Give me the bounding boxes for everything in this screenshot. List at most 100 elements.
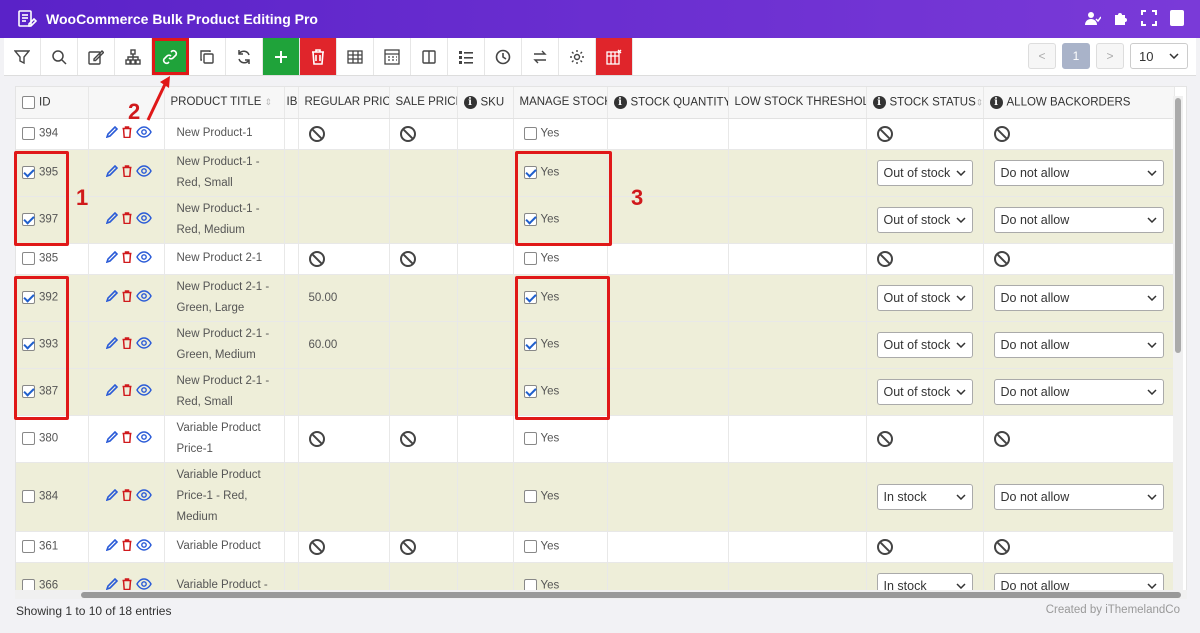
cell-regular-price[interactable] bbox=[298, 562, 390, 590]
trash-icon[interactable] bbox=[122, 489, 132, 504]
refresh-icon[interactable] bbox=[226, 38, 263, 75]
cell-sku[interactable] bbox=[457, 368, 514, 416]
pencil-icon[interactable] bbox=[105, 164, 118, 180]
stock-status-select[interactable]: Out of stock bbox=[876, 378, 973, 405]
cell-low-stock[interactable] bbox=[728, 321, 867, 369]
hierarchy-icon[interactable] bbox=[115, 38, 152, 75]
cell-low-stock[interactable] bbox=[728, 243, 867, 275]
cell-regular-price[interactable] bbox=[298, 118, 390, 150]
table-icon[interactable] bbox=[337, 38, 374, 75]
cell-low-stock[interactable] bbox=[728, 118, 867, 150]
cell-sku[interactable] bbox=[457, 196, 514, 244]
fullscreen-icon[interactable] bbox=[1140, 9, 1158, 27]
select-all-checkbox[interactable] bbox=[22, 95, 35, 109]
cell-allow-backorders[interactable]: Do not allow bbox=[983, 368, 1175, 416]
cell-regular-price[interactable] bbox=[298, 415, 390, 463]
panel-icon[interactable] bbox=[1168, 9, 1186, 27]
cell-product-title[interactable]: New Product 2-1 - Green, Large bbox=[164, 274, 285, 322]
pencil-icon[interactable] bbox=[105, 430, 118, 446]
backorders-select[interactable]: Do not allow bbox=[993, 378, 1164, 405]
cell-allow-backorders[interactable]: Do not allow bbox=[983, 196, 1175, 244]
cell-low-stock[interactable] bbox=[728, 462, 867, 532]
vertical-scroll-thumb[interactable] bbox=[1175, 98, 1181, 353]
cell-manage-stock[interactable]: Yes bbox=[513, 531, 608, 563]
cell-sku[interactable] bbox=[457, 149, 514, 197]
header-sale-price[interactable]: SALE PRICE bbox=[389, 87, 458, 119]
pencil-icon[interactable] bbox=[105, 211, 118, 227]
cell-sale-price[interactable] bbox=[389, 149, 458, 197]
cell-regular-price[interactable] bbox=[298, 368, 390, 416]
table-row[interactable]: 384 Variable Product Price-1 - Red, Medium Y… bbox=[16, 462, 1175, 532]
pencil-icon[interactable] bbox=[105, 336, 118, 352]
header-id[interactable]: ID bbox=[16, 87, 89, 119]
cell-allow-backorders[interactable]: Do not allow bbox=[983, 562, 1175, 590]
cell-sku[interactable] bbox=[457, 243, 514, 275]
header-allow-backorders[interactable]: i ALLOW BACKORDERS bbox=[983, 87, 1175, 119]
current-page-button[interactable]: 1 bbox=[1062, 43, 1090, 69]
table-row[interactable]: 394 New Product-1 Yes bbox=[16, 118, 1175, 150]
cell-stock-quantity[interactable] bbox=[607, 274, 729, 322]
cell-stock-quantity[interactable] bbox=[607, 196, 729, 244]
cell-stock-quantity[interactable] bbox=[607, 462, 729, 532]
cell-stock-status[interactable] bbox=[866, 118, 984, 150]
cell-stock-quantity[interactable] bbox=[607, 118, 729, 150]
stock-status-select[interactable]: Out of stock bbox=[876, 159, 973, 186]
cell-sale-price[interactable] bbox=[389, 562, 458, 590]
row-select-checkbox[interactable] bbox=[22, 127, 35, 140]
swap-icon[interactable] bbox=[522, 38, 559, 75]
cell-sku[interactable] bbox=[457, 531, 514, 563]
cell-sale-price[interactable] bbox=[389, 274, 458, 322]
cell-stock-quantity[interactable] bbox=[607, 415, 729, 463]
sort-icon[interactable]: ⇕ bbox=[976, 97, 982, 107]
manage-stock-checkbox[interactable] bbox=[523, 127, 537, 140]
cell-sale-price[interactable] bbox=[389, 118, 458, 150]
info-icon[interactable]: i bbox=[613, 95, 627, 109]
stock-status-select[interactable]: Out of stock bbox=[876, 206, 973, 233]
history-icon[interactable] bbox=[485, 38, 522, 75]
eye-icon[interactable] bbox=[135, 251, 152, 266]
pencil-icon[interactable] bbox=[105, 538, 118, 554]
header-ib[interactable]: IB bbox=[284, 87, 299, 119]
cell-sale-price[interactable] bbox=[389, 243, 458, 275]
table-row[interactable]: 366 Variable Product - Yes In stock Do not a… bbox=[16, 562, 1175, 590]
pencil-icon[interactable] bbox=[105, 383, 118, 399]
vertical-scrollbar[interactable] bbox=[1173, 96, 1183, 590]
prev-page-button[interactable]: < bbox=[1028, 43, 1056, 69]
pencil-icon[interactable] bbox=[105, 250, 118, 266]
backorders-select[interactable]: Do not allow bbox=[993, 206, 1164, 233]
duplicate-icon[interactable] bbox=[189, 38, 226, 75]
cell-manage-stock[interactable]: Yes bbox=[513, 462, 608, 532]
stock-status-select[interactable]: Out of stock bbox=[876, 284, 973, 311]
cell-sale-price[interactable] bbox=[389, 196, 458, 244]
cell-sku[interactable] bbox=[457, 415, 514, 463]
cell-stock-status[interactable]: In stock bbox=[866, 562, 984, 590]
backorders-select[interactable]: Do not allow bbox=[993, 159, 1164, 186]
cell-sku[interactable] bbox=[457, 321, 514, 369]
cell-stock-quantity[interactable] bbox=[607, 243, 729, 275]
cell-stock-status[interactable] bbox=[866, 243, 984, 275]
cell-stock-status[interactable]: Out of stock bbox=[866, 368, 984, 416]
per-page-select[interactable]: 10 bbox=[1130, 43, 1188, 69]
cell-regular-price[interactable] bbox=[298, 196, 390, 244]
table-row[interactable]: 380 Variable Product Price-1 Yes bbox=[16, 415, 1175, 463]
cell-product-title[interactable]: New Product 2-1 bbox=[164, 243, 285, 275]
trash-icon[interactable] bbox=[122, 165, 132, 180]
cell-product-title[interactable]: New Product-1 - Red, Small bbox=[164, 149, 285, 197]
cell-regular-price[interactable] bbox=[298, 462, 390, 532]
search-icon[interactable] bbox=[41, 38, 78, 75]
puzzle-icon[interactable] bbox=[1112, 9, 1130, 27]
settings-icon[interactable] bbox=[559, 38, 596, 75]
trash-icon[interactable] bbox=[122, 384, 132, 399]
cell-regular-price[interactable] bbox=[298, 149, 390, 197]
cell-low-stock[interactable] bbox=[728, 196, 867, 244]
cell-stock-quantity[interactable] bbox=[607, 321, 729, 369]
cell-low-stock[interactable] bbox=[728, 415, 867, 463]
cell-sale-price[interactable] bbox=[389, 531, 458, 563]
header-manage-stock[interactable]: MANAGE STOCK bbox=[513, 87, 608, 119]
eye-icon[interactable] bbox=[135, 431, 152, 446]
cell-sku[interactable] bbox=[457, 462, 514, 532]
info-icon[interactable]: i bbox=[989, 95, 1003, 109]
cell-stock-status[interactable]: Out of stock bbox=[866, 149, 984, 197]
cell-low-stock[interactable] bbox=[728, 149, 867, 197]
sort-icon[interactable]: ⇕ bbox=[265, 97, 273, 107]
